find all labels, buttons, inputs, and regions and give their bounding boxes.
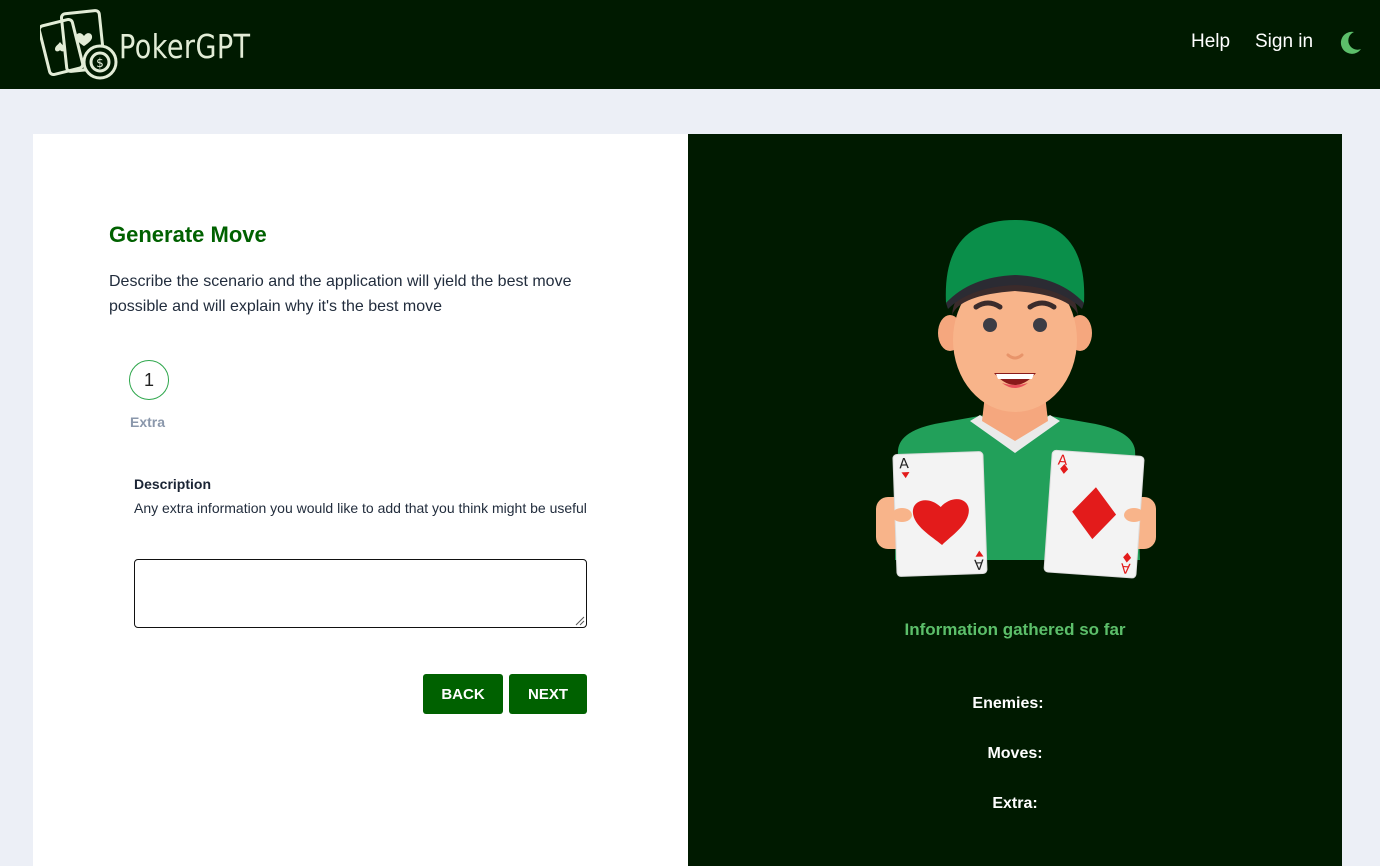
description-label: Description	[134, 476, 212, 492]
nav-help-link[interactable]: Help	[1191, 31, 1230, 53]
page-description: Describe the scenario and the applicatio…	[109, 273, 572, 315]
stepper-step-label: Extra	[130, 414, 166, 430]
stepper-step-circle[interactable]: 1	[129, 360, 169, 400]
moon-icon[interactable]	[1337, 29, 1363, 55]
brand-name[interactable]: PokerGPT	[119, 27, 250, 66]
svg-text:A: A	[973, 556, 984, 572]
nav-sign-in-link[interactable]: Sign in	[1255, 31, 1313, 53]
svg-text:$: $	[96, 56, 104, 70]
next-button[interactable]: NEXT	[509, 674, 587, 714]
svg-text:A: A	[1120, 559, 1131, 576]
summary-moves-label: Moves:	[987, 745, 1043, 762]
top-navbar: $ PokerGPT Help Sign in	[0, 0, 1380, 89]
summary-enemies-label: Enemies:	[972, 695, 1044, 712]
poker-player-illustration: A A A A	[876, 220, 1156, 579]
summary-extra-label: Extra:	[992, 795, 1038, 812]
description-textarea[interactable]	[134, 559, 587, 628]
description-help-text: Any extra information you would like to …	[134, 500, 587, 516]
page-title: Generate Move	[109, 222, 267, 247]
svg-text:A: A	[899, 456, 910, 472]
back-button[interactable]: BACK	[423, 674, 503, 714]
summary-heading: Information gathered so far	[904, 620, 1126, 639]
